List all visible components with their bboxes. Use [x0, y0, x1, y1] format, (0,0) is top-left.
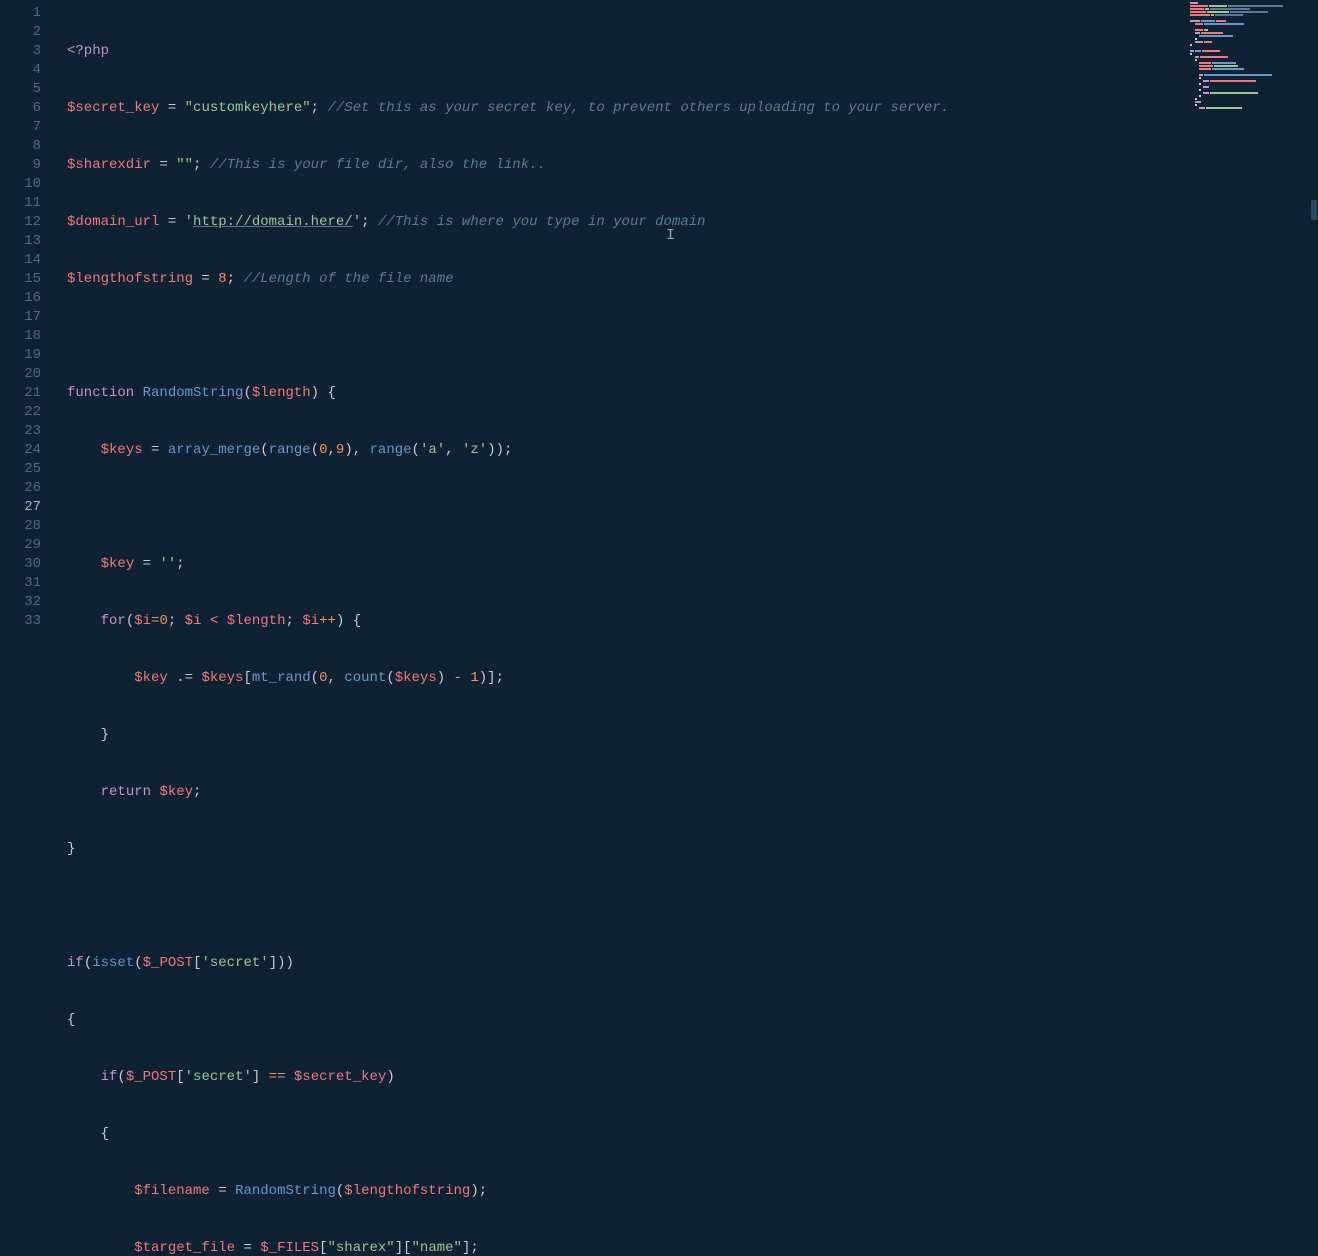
line-number: 12 — [0, 213, 41, 232]
line-number: 26 — [0, 479, 41, 498]
line-number: 9 — [0, 156, 41, 175]
line-number: 32 — [0, 593, 41, 612]
code-line[interactable]: $sharexdir = ""; //This is your file dir… — [55, 156, 1184, 175]
line-number: 11 — [0, 194, 41, 213]
line-number: 10 — [0, 175, 41, 194]
code-line[interactable]: $key .= $keys[mt_rand(0, count($keys) - … — [55, 669, 1184, 688]
code-line[interactable]: } — [55, 840, 1184, 859]
line-number: 16 — [0, 289, 41, 308]
code-line[interactable]: function RandomString($length) { — [55, 384, 1184, 403]
code-line[interactable]: <?php — [55, 42, 1184, 61]
code-line[interactable]: for($i=0; $i < $length; $i++) { — [55, 612, 1184, 631]
line-number: 14 — [0, 251, 41, 270]
code-line[interactable]: if(isset($_POST['secret'])) — [55, 954, 1184, 973]
minimap[interactable] — [1190, 2, 1308, 112]
code-line[interactable]: } — [55, 726, 1184, 745]
code-line[interactable]: $secret_key = "customkeyhere"; //Set thi… — [55, 99, 1184, 118]
code-line[interactable] — [55, 897, 1184, 916]
line-number: 4 — [0, 61, 41, 80]
line-number: 5 — [0, 80, 41, 99]
code-line[interactable] — [55, 327, 1184, 346]
line-number: 18 — [0, 327, 41, 346]
code-line[interactable]: { — [55, 1011, 1184, 1030]
line-number: 2 — [0, 23, 41, 42]
code-line[interactable] — [55, 498, 1184, 517]
code-line[interactable]: return $key; — [55, 783, 1184, 802]
code-line[interactable]: $filename = RandomString($lengthofstring… — [55, 1182, 1184, 1201]
code-line[interactable]: $lengthofstring = 8; //Length of the fil… — [55, 270, 1184, 289]
code-area[interactable]: <?php $secret_key = "customkeyhere"; //S… — [55, 0, 1184, 628]
line-number: 23 — [0, 422, 41, 441]
scrollbar-track[interactable] — [1310, 0, 1318, 628]
code-line[interactable]: $key = ''; — [55, 555, 1184, 574]
code-editor[interactable]: 1 2 3 4 5 6 7 8 9 10 11 12 13 14 15 16 1… — [0, 0, 1184, 628]
line-number: 1 — [0, 4, 41, 23]
code-line[interactable]: if($_POST['secret'] == $secret_key) — [55, 1068, 1184, 1087]
line-number: 21 — [0, 384, 41, 403]
code-line[interactable]: { — [55, 1125, 1184, 1144]
line-number: 29 — [0, 536, 41, 555]
line-number: 22 — [0, 403, 41, 422]
line-number: 3 — [0, 42, 41, 61]
line-number: 24 — [0, 441, 41, 460]
line-number-gutter: 1 2 3 4 5 6 7 8 9 10 11 12 13 14 15 16 1… — [0, 0, 55, 628]
line-number: 13 — [0, 232, 41, 251]
line-number: 27 — [0, 498, 41, 517]
vertical-scrollbar[interactable] — [1310, 0, 1318, 628]
line-number: 33 — [0, 612, 41, 631]
line-number: 19 — [0, 346, 41, 365]
line-number: 17 — [0, 308, 41, 327]
line-number: 31 — [0, 574, 41, 593]
line-number: 20 — [0, 365, 41, 384]
code-line[interactable]: $keys = array_merge(range(0,9), range('a… — [55, 441, 1184, 460]
code-line[interactable]: $domain_url = 'http://domain.here/'; //T… — [55, 213, 1184, 232]
line-number: 28 — [0, 517, 41, 536]
line-number: 15 — [0, 270, 41, 289]
scrollbar-marker — [1311, 200, 1317, 220]
code-line[interactable]: $target_file = $_FILES["sharex"]["name"]… — [55, 1239, 1184, 1256]
line-number: 8 — [0, 137, 41, 156]
line-number: 25 — [0, 460, 41, 479]
line-number: 6 — [0, 99, 41, 118]
line-number: 30 — [0, 555, 41, 574]
line-number: 7 — [0, 118, 41, 137]
